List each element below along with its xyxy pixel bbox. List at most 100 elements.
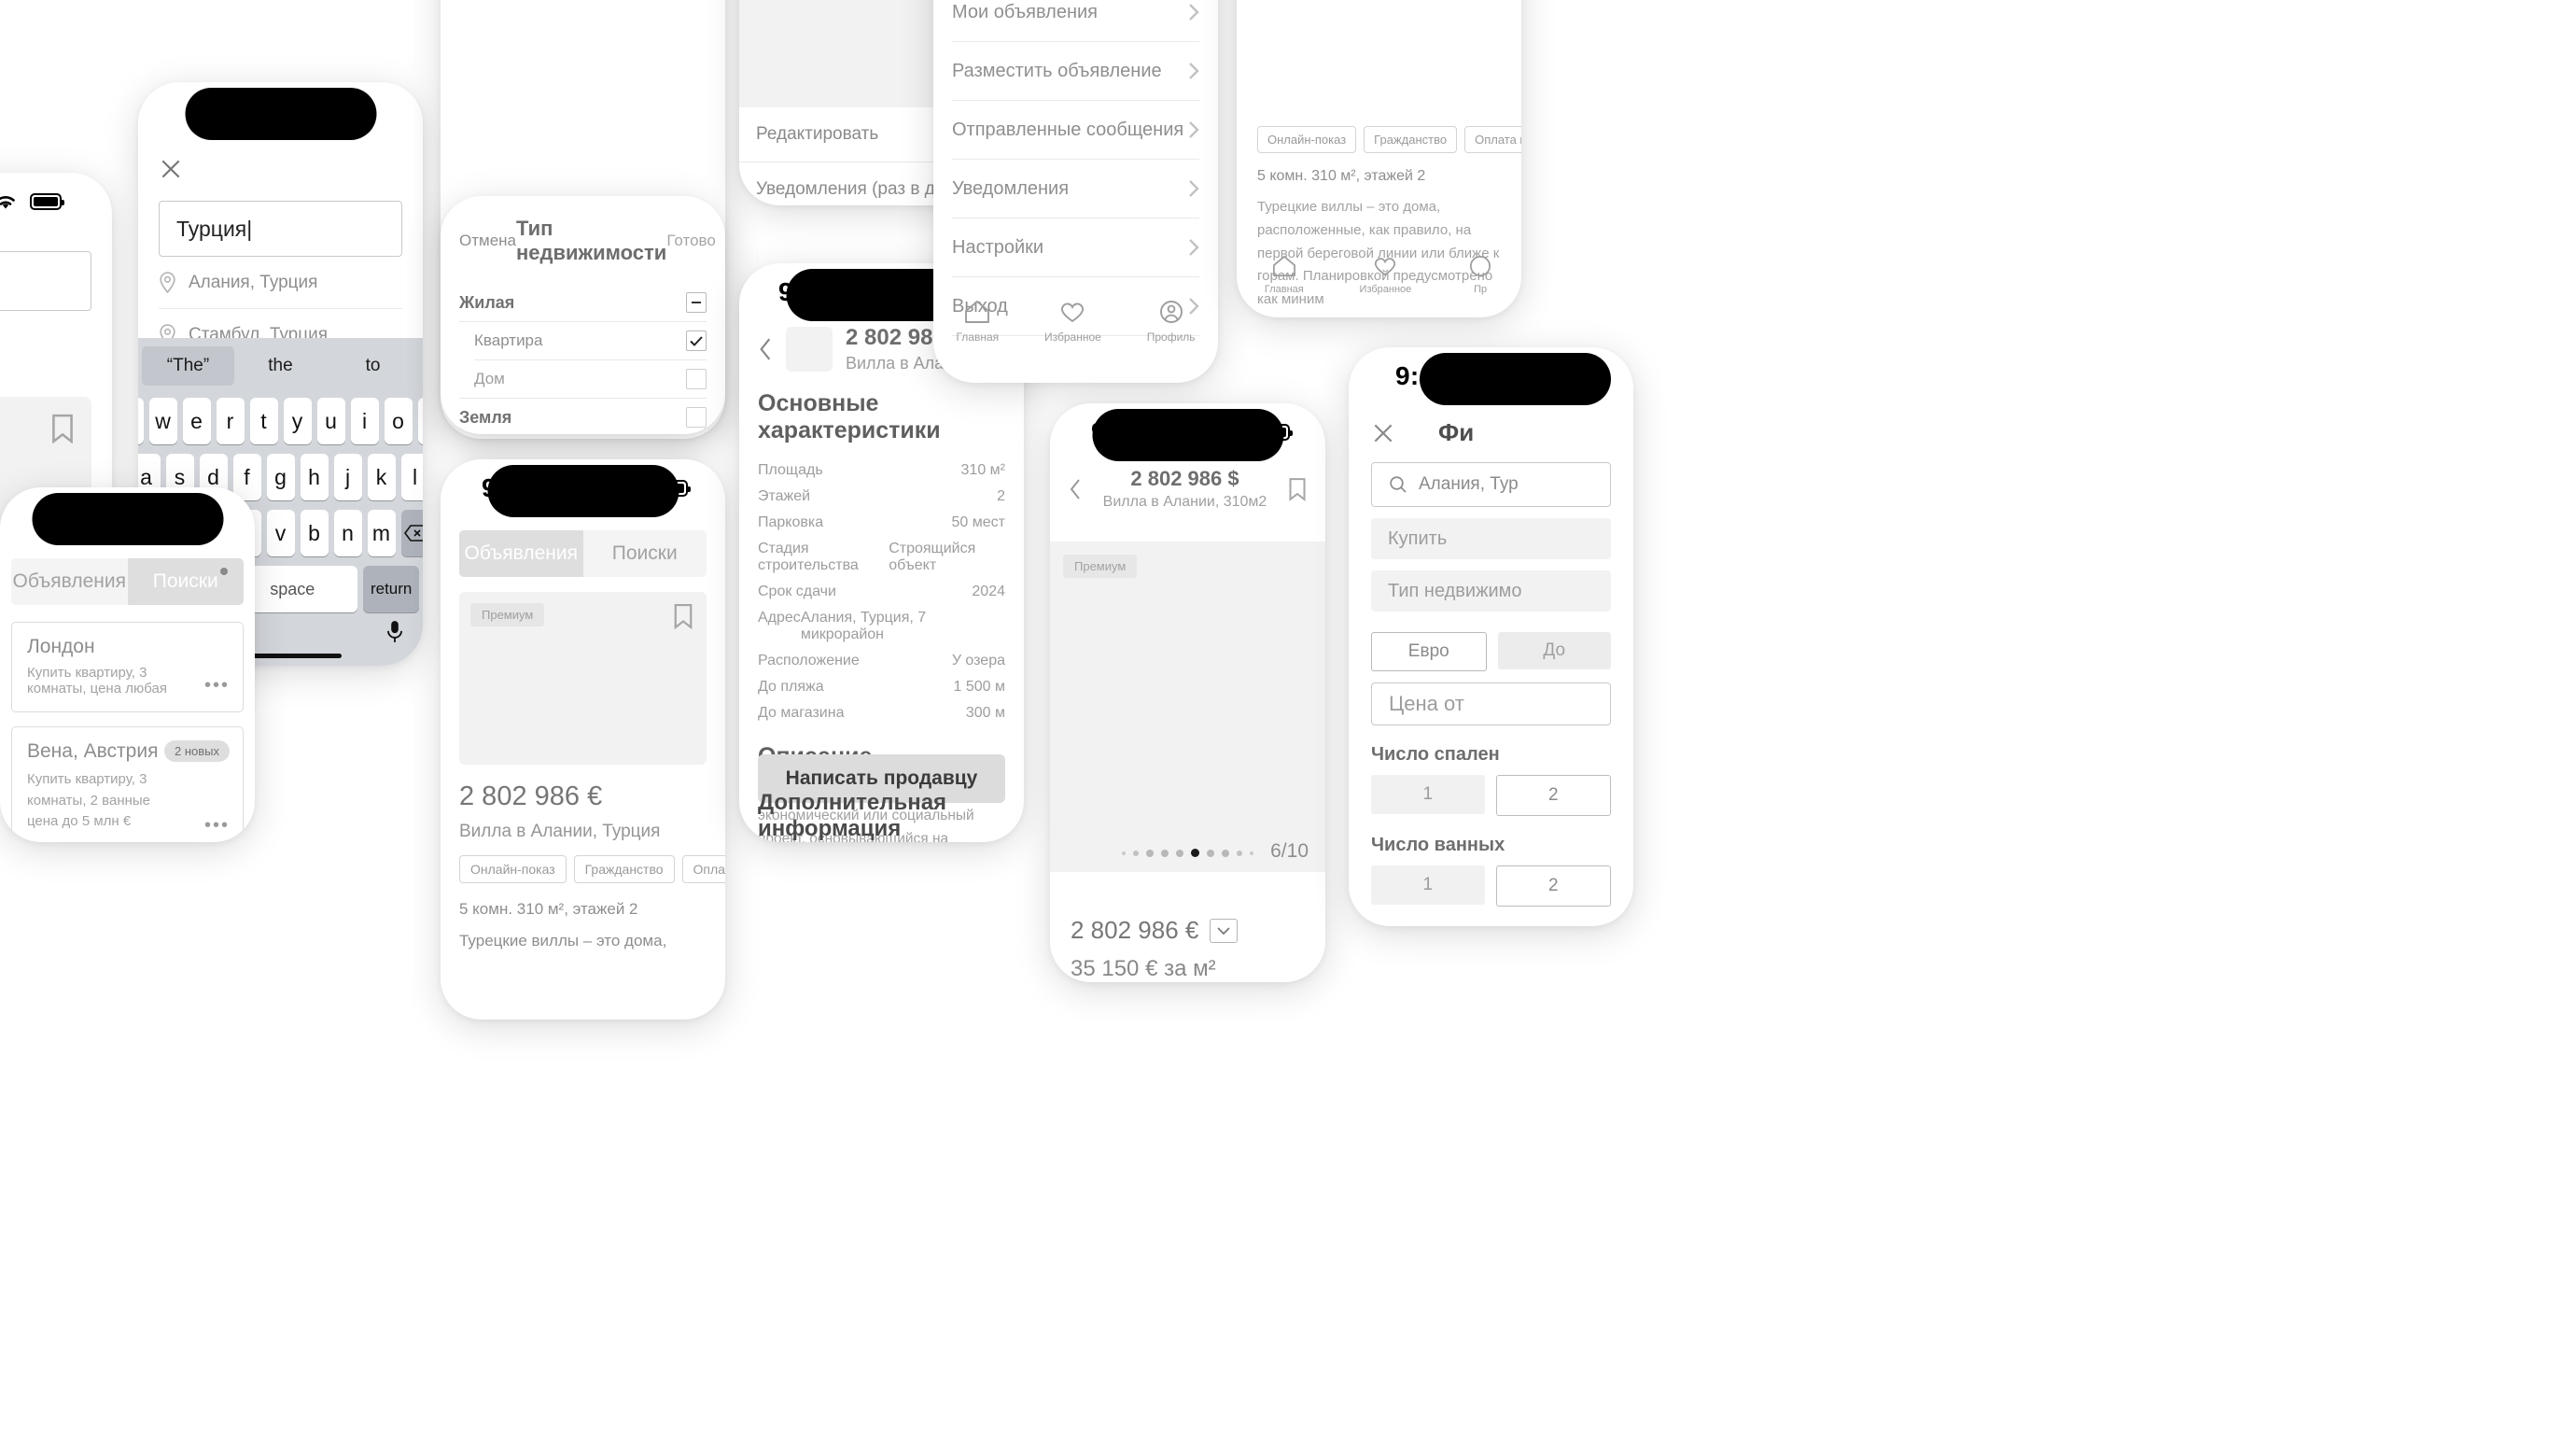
tab-listings[interactable]: Объявления [459,530,583,577]
menu-item-my-listings[interactable]: Мои объявления [952,0,1199,41]
checkbox-unchecked[interactable] [686,407,707,428]
tabbar-home[interactable]: Главная [956,300,999,344]
done-button[interactable]: Готово [666,232,716,250]
dot[interactable] [1207,849,1214,857]
tab-searches[interactable]: Поиски [583,530,707,577]
key-k[interactable]: k [367,454,396,500]
key-n[interactable]: n [333,510,362,556]
menu-label: Мои объявления [952,1,1098,22]
more-button[interactable]: ••• [204,675,230,696]
key-r[interactable]: r [216,398,245,444]
section-extra-title: Дополнительная информация [758,790,947,841]
type-row-house[interactable]: Дом [459,360,707,398]
key-u[interactable]: u [316,398,345,444]
spec-value: 1 500 м [953,679,1005,695]
dot[interactable] [1237,850,1242,856]
menu-label: Разместить объявление [952,60,1162,81]
bedrooms-option-1[interactable]: 1 [1371,775,1485,814]
dot[interactable] [1250,851,1253,855]
listing-card[interactable]: Премиум 2 802 986 € Вилла в Алании, Турц… [441,577,725,950]
property-type-label: Тип недвижимо [1388,580,1522,601]
checkbox-partial[interactable] [686,292,707,313]
currency-eur[interactable]: Евро [1371,632,1487,671]
close-icon[interactable] [1371,421,1395,445]
price-from-input[interactable]: Цена от [1371,682,1611,725]
deal-type-select[interactable]: Купить [1371,518,1611,559]
key-y[interactable]: y [283,398,312,444]
chevron-left-icon[interactable] [1069,478,1082,500]
menu-item-notifications[interactable]: Уведомления [952,160,1199,218]
key-m[interactable]: m [367,510,396,556]
tab-searches[interactable]: Поиски [127,558,244,605]
return-key[interactable]: return [363,566,419,612]
bookmark-icon[interactable] [50,414,75,443]
bathrooms-option-1[interactable]: 1 [1371,865,1485,905]
mic-icon[interactable] [385,620,404,644]
tabbar-favorites[interactable]: Избранное [1360,255,1411,295]
key-i[interactable]: i [350,398,379,444]
key-j[interactable]: j [333,454,362,500]
search-input[interactable]: Алания, Тур [1371,462,1611,507]
tab-listings[interactable]: Объявления [11,558,128,605]
battery-icon [656,480,691,497]
key-g[interactable]: g [266,454,295,500]
list-item[interactable]: Алания, Турция [159,257,402,308]
type-row-apartment[interactable]: Квартира [459,322,707,359]
bedrooms-option-2[interactable]: 2 [1495,775,1611,816]
dot[interactable] [1133,850,1139,856]
gallery-image-placeholder[interactable]: Премиум 6/10 [1050,542,1325,872]
kbd-suggestion[interactable]: “The” [142,346,234,386]
dot-active[interactable] [1191,849,1199,857]
list-item[interactable]: Вена, Австрия 2 новых Купить квартиру, 3… [11,726,244,842]
tab-searches-label: Поиски [152,570,218,592]
more-button[interactable]: ••• [204,815,230,837]
checkbox-unchecked[interactable] [686,369,707,389]
tabbar-profile[interactable]: Профиль [1147,300,1196,344]
menu-item-settings[interactable]: Настройки [952,218,1199,276]
key-w[interactable]: w [148,398,177,444]
type-row-residential[interactable]: Жилая [459,284,707,321]
dot[interactable] [1176,849,1183,857]
tabbar-profile[interactable]: Пр [1467,255,1493,295]
kbd-suggestion[interactable]: to [327,356,419,376]
search-input[interactable]: Турция| [159,201,402,257]
dot[interactable] [1146,849,1154,857]
key-l[interactable]: l [400,454,423,500]
city-search-input[interactable]: Введи город [0,251,91,311]
menu-item-sent-messages[interactable]: Отправленные сообщения [952,101,1199,159]
gallery-price: 2 802 986 $ [1130,467,1239,490]
menu-item-post-listing[interactable]: Разместить объявление [952,42,1199,100]
checkbox-checked[interactable] [686,331,707,351]
cancel-button[interactable]: Отмена [459,232,516,250]
chevron-left-icon[interactable] [758,337,773,361]
bathrooms-option-2[interactable]: 2 [1495,865,1611,907]
expand-currency-button[interactable] [1210,918,1239,943]
key-b[interactable]: b [300,510,329,556]
key-v[interactable]: v [266,510,295,556]
key-q[interactable]: q [138,398,144,444]
type-row-land[interactable]: Земля [459,399,707,434]
close-icon[interactable] [159,157,183,181]
key-t[interactable]: t [249,398,278,444]
key-o[interactable]: o [384,398,413,444]
list-item[interactable]: Лондон Купить квартиру, 3 комнаты, цена … [11,622,244,712]
gallery-subtitle: Вилла в Алании, 310м2 [1102,494,1267,510]
new-indicator-dot [219,568,228,575]
key-p[interactable]: p [417,398,423,444]
currency-other[interactable]: До [1497,632,1611,669]
bookmark-icon[interactable] [673,603,693,629]
property-type-select[interactable]: Тип недвижимо [1371,570,1611,612]
status-icons [581,479,691,498]
backspace-key[interactable] [400,510,423,556]
key-e[interactable]: e [182,398,211,444]
chevron-right-icon [1189,239,1199,256]
key-h[interactable]: h [300,454,329,500]
bookmark-icon[interactable] [1288,477,1307,501]
tabbar-favorites[interactable]: Избранное [1044,300,1101,344]
dot[interactable] [1122,851,1126,855]
listing-subtitle: Вилла в Алании, Турция [459,822,661,841]
kbd-suggestion[interactable]: the [234,356,327,376]
dot[interactable] [1222,849,1229,857]
dot[interactable] [1161,849,1169,857]
tabbar-home[interactable]: Главная [1265,255,1304,295]
